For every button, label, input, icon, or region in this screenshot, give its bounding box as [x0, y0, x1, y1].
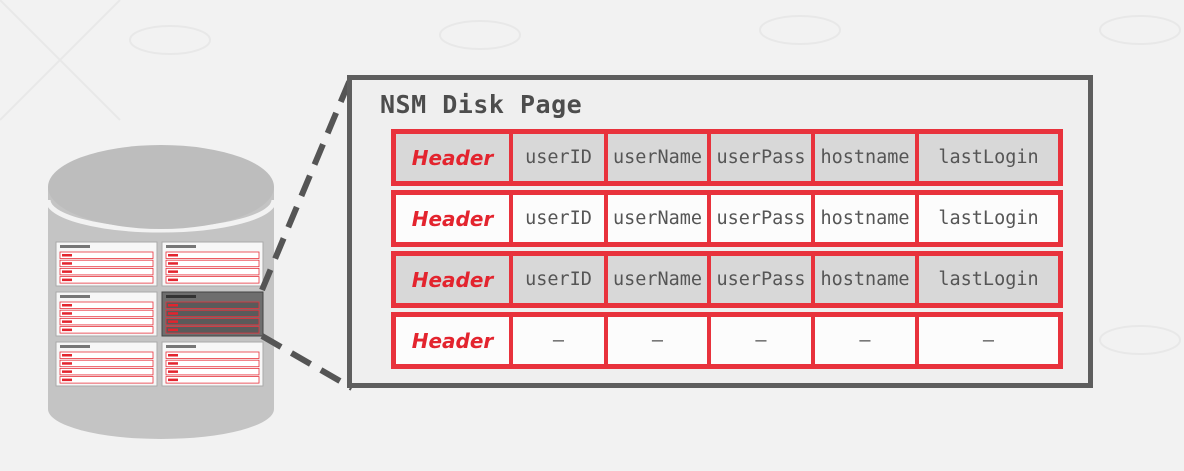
- mini-page-header-mark: [168, 304, 178, 307]
- mini-page-header-mark: [168, 354, 178, 357]
- tuple-row-1: Header userID userName userPass hostname…: [391, 129, 1063, 186]
- mini-page-header-mark: [62, 362, 72, 365]
- mini-page-row: [59, 309, 154, 318]
- mini-page-header-mark: [62, 378, 72, 382]
- mini-page-row: [165, 267, 260, 276]
- cell-username: userName: [608, 134, 707, 181]
- mini-page-row: [165, 301, 260, 309]
- page-title: NSM Disk Page: [380, 90, 583, 119]
- mini-page-row: [59, 367, 154, 376]
- mini-page-row: [165, 367, 260, 376]
- mini-page-row: [165, 259, 260, 268]
- mini-page-header-mark: [168, 312, 178, 315]
- mini-page-header-mark: [62, 312, 72, 315]
- cell-userid: userID: [513, 256, 604, 303]
- empty-slot: –: [711, 317, 811, 364]
- mini-page-row: [165, 317, 260, 326]
- mini-page-row: [165, 276, 260, 284]
- mini-page-row: [59, 259, 154, 268]
- cell-username: userName: [608, 195, 707, 242]
- mini-page-row: [165, 251, 260, 259]
- mini-page-header-mark: [62, 354, 72, 357]
- mini-page-header-mark: [168, 362, 178, 365]
- mini-page-row: [59, 351, 154, 359]
- empty-slot: –: [513, 317, 604, 364]
- mini-page-row: [59, 251, 154, 259]
- tuple-row-4-empty: Header – – – – –: [391, 312, 1063, 369]
- empty-slot: –: [608, 317, 707, 364]
- mini-page-title-mark: [166, 245, 196, 248]
- cell-hostname: hostname: [815, 256, 915, 303]
- cell-lastlogin: lastLogin: [919, 195, 1058, 242]
- mini-page-header-mark: [62, 328, 72, 332]
- mini-page-row: [59, 359, 154, 368]
- mini-page-header-mark: [62, 278, 72, 282]
- mini-page-row: [59, 376, 154, 384]
- mini-page-header-mark: [168, 320, 178, 323]
- mini-page-row: [165, 351, 260, 359]
- mini-page-row: [59, 326, 154, 334]
- mini-page-row: [165, 359, 260, 368]
- tuple-row-2: Header userID userName userPass hostname…: [391, 190, 1063, 247]
- cell-lastlogin: lastLogin: [919, 256, 1058, 303]
- mini-page-title-mark: [60, 295, 90, 298]
- empty-slot: –: [919, 317, 1058, 364]
- mini-page-header-mark: [62, 262, 72, 265]
- mini-page-row: [59, 301, 154, 309]
- mini-page-title-mark: [60, 245, 90, 248]
- cell-userid: userID: [513, 195, 604, 242]
- mini-page-header-mark: [62, 254, 72, 257]
- mini-page-header-mark: [168, 270, 178, 273]
- empty-slot: –: [815, 317, 915, 364]
- mini-page-header-mark: [168, 254, 178, 257]
- zoom-lines: [259, 73, 355, 391]
- cell-hostname: hostname: [815, 134, 915, 181]
- mini-page-header-mark: [168, 278, 178, 282]
- row-header-label: Header: [396, 134, 509, 181]
- nsm-disk-page: NSM Disk Page Header userID userName use…: [347, 75, 1093, 388]
- mini-page-row: [165, 326, 260, 334]
- mini-page-header-mark: [62, 320, 72, 323]
- mini-page-header-mark: [168, 378, 178, 382]
- mini-page-row: [165, 309, 260, 318]
- mini-page-row: [59, 317, 154, 326]
- mini-page-header-mark: [62, 304, 72, 307]
- mini-page-header-mark: [168, 328, 178, 332]
- row-header-label: Header: [396, 256, 509, 303]
- cell-userpass: userPass: [711, 256, 811, 303]
- row-header-label: Header: [396, 195, 509, 242]
- mini-page-title-mark: [166, 345, 196, 348]
- cell-lastlogin: lastLogin: [919, 134, 1058, 181]
- mini-page-row: [165, 376, 260, 384]
- cell-username: userName: [608, 256, 707, 303]
- mini-page-title-mark: [60, 345, 90, 348]
- cell-userpass: userPass: [711, 134, 811, 181]
- mini-page-header-mark: [62, 370, 72, 373]
- tuple-row-3: Header userID userName userPass hostname…: [391, 251, 1063, 308]
- mini-page-row: [59, 276, 154, 284]
- mini-page-header-mark: [62, 270, 72, 273]
- mini-page-title-mark: [166, 295, 196, 298]
- cell-userpass: userPass: [711, 195, 811, 242]
- cell-hostname: hostname: [815, 195, 915, 242]
- row-header-label: Header: [396, 317, 509, 364]
- mini-page-row: [59, 267, 154, 276]
- mini-page-header-mark: [168, 262, 178, 265]
- mini-page-header-mark: [168, 370, 178, 373]
- cell-userid: userID: [513, 134, 604, 181]
